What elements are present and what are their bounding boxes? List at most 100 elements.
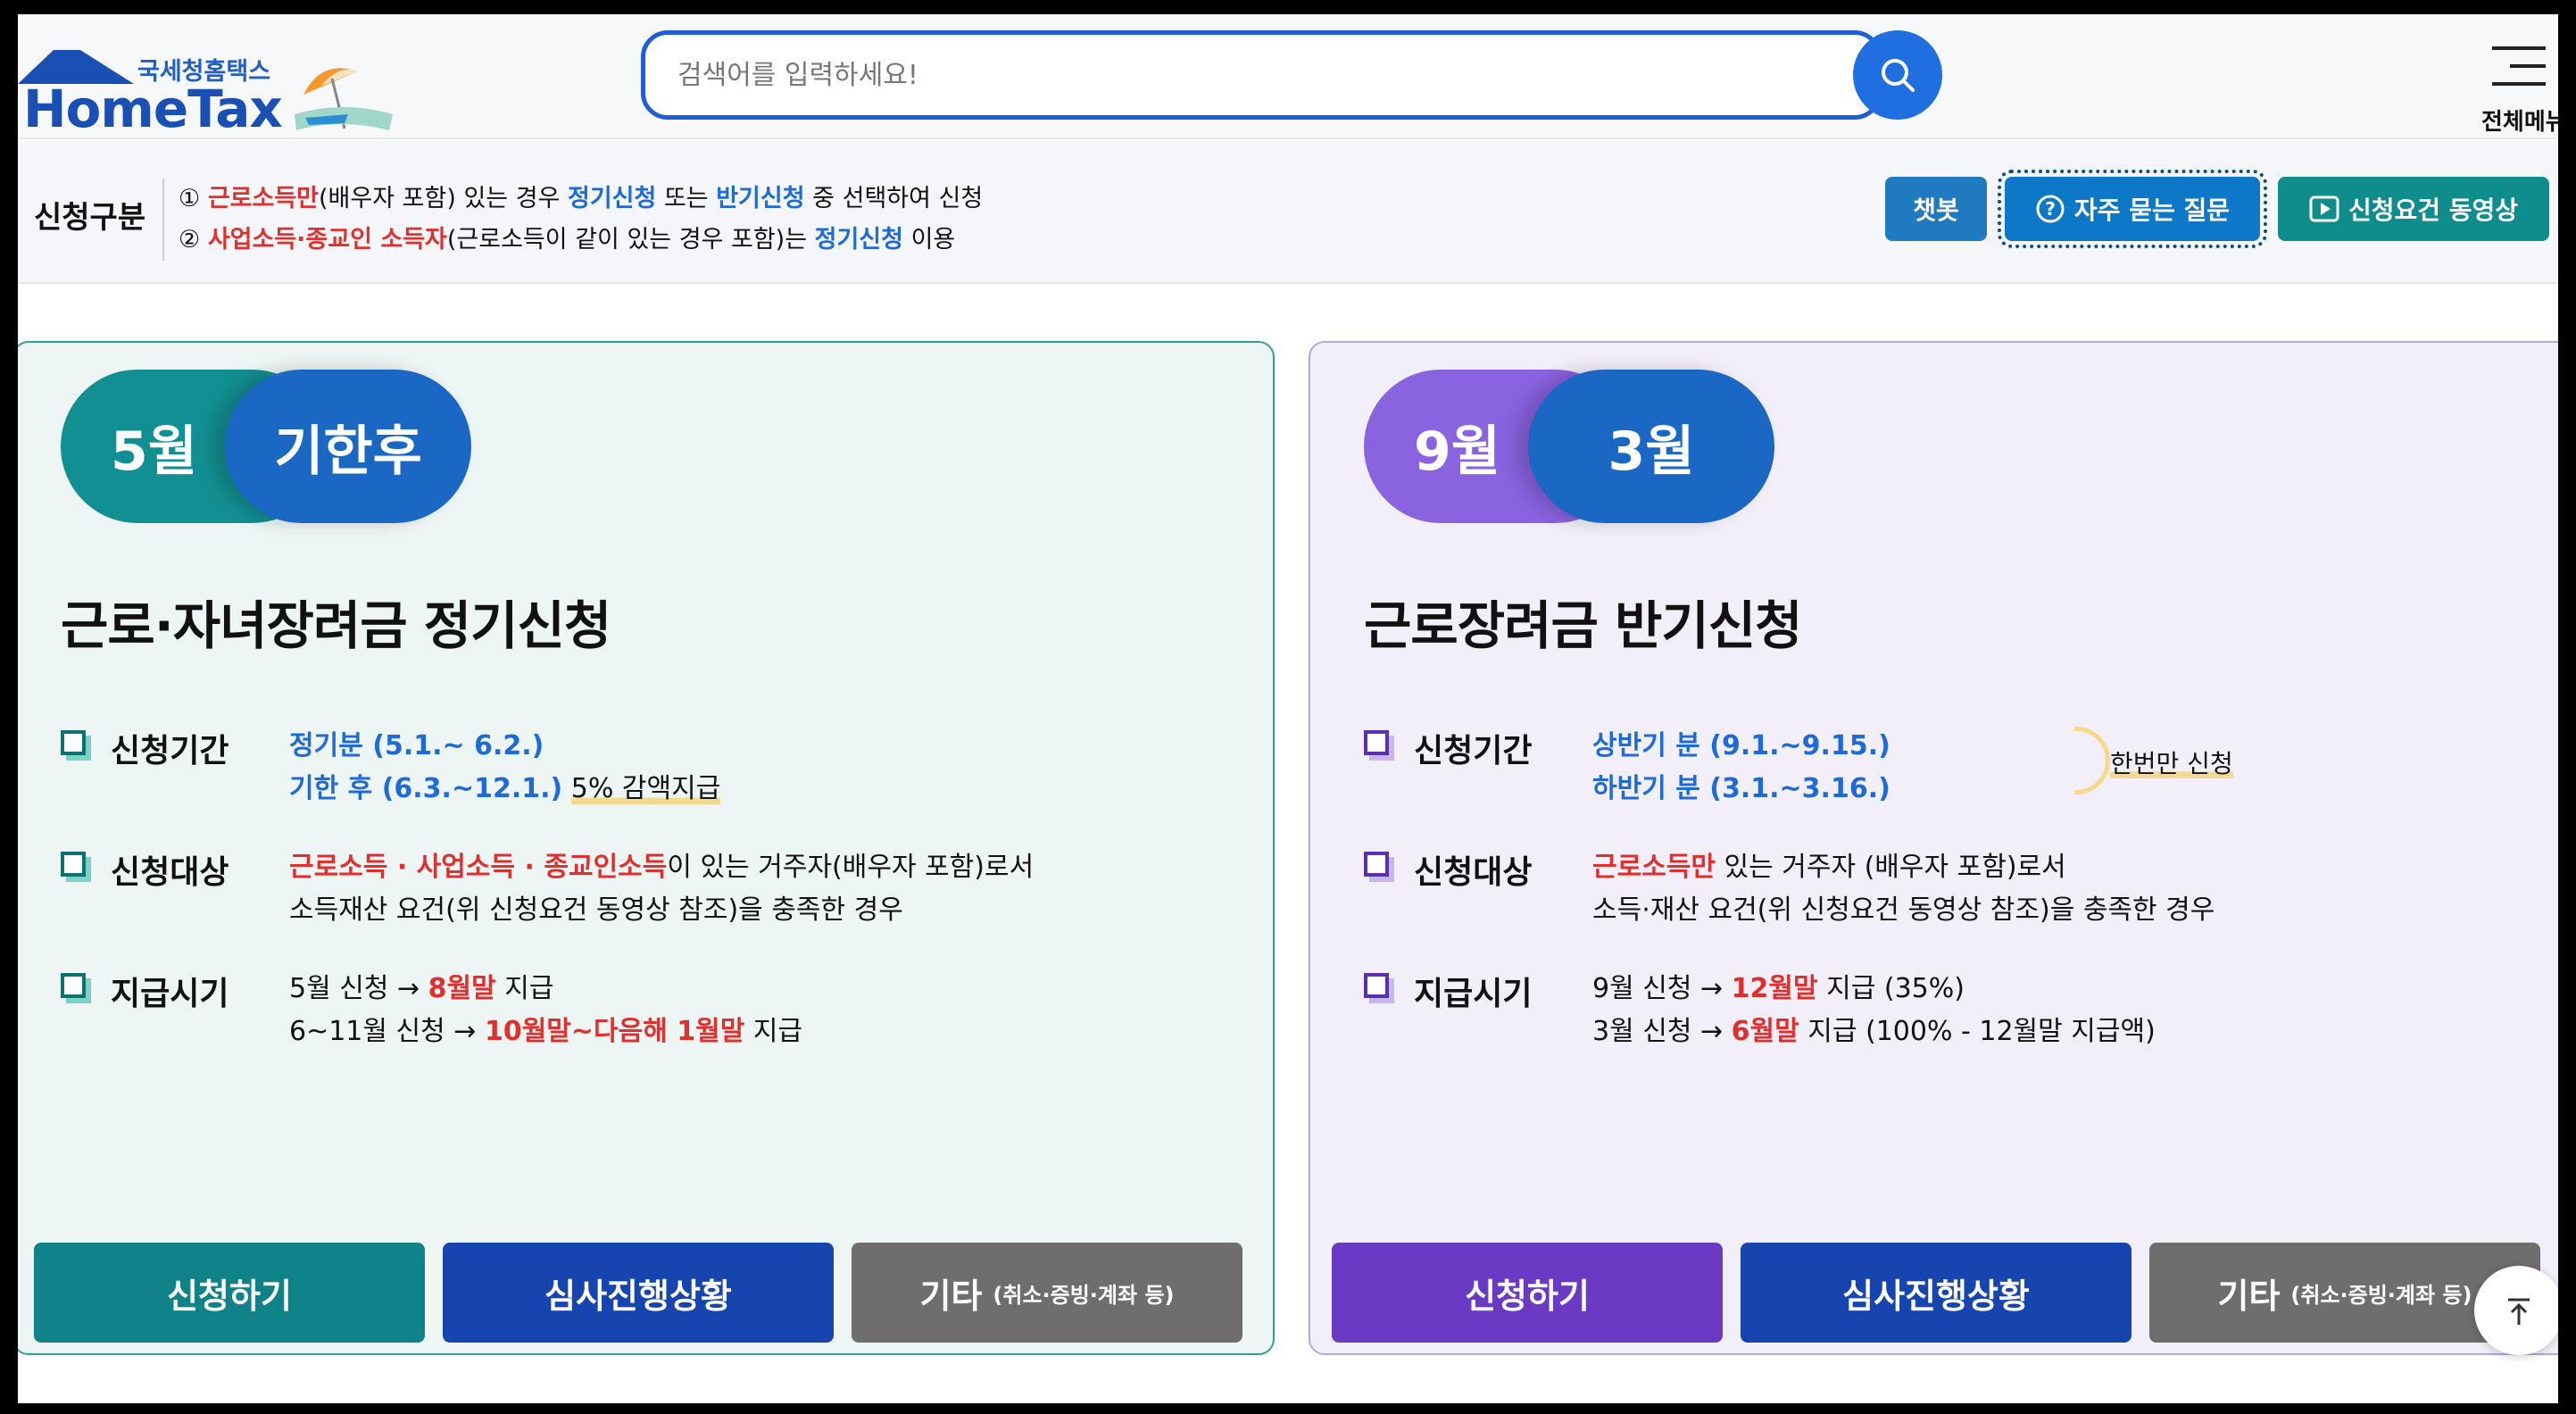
pill-march: 3월 — [1528, 370, 1774, 523]
all-menu-button[interactable]: 전체메뉴 — [2481, 30, 2558, 136]
pay-date: 6월말 — [1731, 1016, 1799, 1047]
chatbot-button[interactable]: 챗봇 — [1885, 177, 1987, 241]
half-year-application-card: 9월 3월 근로장려금 반기신청 신청기간 상반기 분 (9.1.~9.15.)… — [1309, 341, 2558, 1355]
checkbox-icon — [61, 973, 91, 1003]
text: 지급 (35%) — [1817, 973, 1965, 1004]
text: 9월 신청 → — [1592, 973, 1732, 1004]
apply-button[interactable]: 신청하기 — [34, 1243, 425, 1343]
reduction-note: 5% 감액지급 — [570, 773, 721, 804]
checkbox-icon — [61, 852, 91, 882]
highlight-blue: 정기신청 — [814, 226, 903, 254]
pay-date: 8월말 — [428, 973, 496, 1004]
page: 국세청홈택스 HomeTax 전체메뉴 신청구분 — [18, 14, 2558, 1403]
text: 또는 — [656, 185, 717, 212]
scroll-top-button[interactable] — [2474, 1266, 2558, 1355]
faq-button[interactable]: ? 자주 묻는 질문 — [1998, 170, 2267, 248]
target-values: 근로소득 · 사업소득 · 종교인소득이 있는 거주자(배우자 포함)로서 소득… — [289, 846, 1034, 932]
target-condition: 소득·재산 요건(위 신청요건 동영상 참조)을 충족한 경우 — [1592, 894, 2215, 926]
period-second-half: 하반기 분 (3.1.~3.16.) — [1592, 773, 1890, 804]
text: 중 선택하여 신청 — [804, 185, 984, 212]
notice-line-2: ② 사업소득·종교인 소득자(근로소득이 같이 있는 경우 포함)는 정기신청 … — [179, 220, 955, 254]
application-type-label: 신청구분 — [34, 200, 146, 236]
target-values: 근로소득만 있는 거주자 (배우자 포함)로서 소득·재산 요건(위 신청요건 … — [1592, 846, 2215, 932]
line-number: ② — [179, 226, 201, 254]
target-head: 신청대상 — [111, 854, 229, 891]
target-text: 이 있는 거주자(배우자 포함)로서 — [667, 852, 1035, 883]
line-number: ① — [179, 185, 201, 212]
play-icon — [2309, 195, 2339, 222]
highlight-blue: 정기신청 — [567, 185, 657, 212]
highlight-red: 사업소득·종교인 소득자 — [207, 226, 447, 254]
text: 이용 — [903, 226, 956, 254]
text: 3월 신청 → — [1592, 1016, 1732, 1047]
etc-sublabel: (취소·증빙·계좌 등) — [2290, 1282, 2472, 1308]
beach-umbrella-icon — [295, 68, 393, 130]
text: (근로소득이 같이 있는 경우 포함)는 — [446, 226, 815, 254]
highlight-blue: 반기신청 — [716, 185, 805, 212]
target-text: 있는 거주자 (배우자 포함)로서 — [1716, 852, 2066, 883]
target-head: 신청대상 — [1414, 854, 1533, 891]
payment-values: 9월 신청 → 12월말 지급 (35%) 3월 신청 → 6월말 지급 (10… — [1592, 968, 2156, 1053]
all-menu-label: 전체메뉴 — [2481, 109, 2558, 136]
period-regular: 정기분 (5.1.~ 6.2.) — [289, 730, 544, 761]
income-types: 근로소득만 — [1592, 852, 1716, 883]
text: 지급 — [495, 973, 554, 1004]
faq-label: 자주 묻는 질문 — [2073, 195, 2231, 225]
apply-button[interactable]: 신청하기 — [1332, 1243, 1723, 1343]
checkbox-icon — [1364, 852, 1394, 882]
payment-values: 5월 신청 → 8월말 지급 6~11월 신청 → 10월말~다음해 1월말 지… — [289, 968, 802, 1053]
svg-text:?: ? — [2045, 198, 2056, 220]
search-box — [641, 30, 1882, 120]
divider — [162, 179, 164, 261]
logo-title: HomeTax — [23, 79, 283, 139]
bracket-decoration — [2074, 727, 2110, 794]
once-only-text: 한번만 신청 — [2110, 749, 2233, 778]
period-head: 신청기간 — [1414, 733, 1533, 769]
review-status-button[interactable]: 심사진행상황 — [443, 1243, 834, 1343]
hamburger-icon — [2492, 46, 2546, 100]
income-types: 근로소득 · 사업소득 · 종교인소득 — [289, 852, 668, 883]
period-values: 상반기 분 (9.1.~9.15.) 하반기 분 (3.1.~3.16.) 한번… — [1592, 725, 2233, 811]
pay-date: 12월말 — [1731, 973, 1818, 1004]
application-type-bar: 신청구분 ① 근로소득만(배우자 포함) 있는 경우 정기신청 또는 반기신청 … — [18, 141, 2558, 284]
once-only-note: 한번만 신청 — [2074, 727, 2233, 794]
notice-line-1: ① 근로소득만(배우자 포함) 있는 경우 정기신청 또는 반기신청 중 선택하… — [179, 179, 983, 213]
text: 6~11월 신청 → — [289, 1016, 485, 1047]
period-values: 정기분 (5.1.~ 6.2.) 기한 후 (6.3.~12.1.) 5% 감액… — [289, 725, 721, 811]
arrow-up-icon — [2508, 1298, 2530, 1325]
text: 지급 (100% - 12월말 지급액) — [1799, 1016, 2156, 1047]
pay-date: 10월말~다음해 1월말 — [484, 1016, 745, 1047]
etc-label: 기타 — [919, 1276, 983, 1316]
video-label: 신청요건 동영상 — [2347, 195, 2519, 225]
etc-sublabel: (취소·증빙·계좌 등) — [993, 1282, 1175, 1308]
header: 국세청홈택스 HomeTax 전체메뉴 — [18, 14, 2558, 139]
etc-label: 기타 — [2217, 1276, 2281, 1316]
hometax-logo[interactable]: 국세청홈택스 HomeTax — [18, 32, 411, 139]
period-late: 기한 후 (6.3.~12.1.) — [289, 773, 563, 804]
period-head: 신청기간 — [111, 733, 229, 769]
text: 지급 — [744, 1016, 803, 1047]
payment-head: 지급시기 — [1414, 976, 1533, 1012]
regular-application-card: 5월 기한후 근로·자녀장려금 정기신청 신청기간 정기분 (5.1.~ 6.2… — [18, 341, 1275, 1355]
card-title: 근로장려금 반기신청 — [1364, 595, 1802, 656]
pill-late: 기한후 — [225, 370, 471, 523]
payment-head: 지급시기 — [111, 976, 229, 1012]
etc-button[interactable]: 기타 (취소·증빙·계좌 등) — [852, 1243, 1242, 1343]
period-pill: 9월 3월 — [1364, 370, 1774, 523]
text: (배우자 포함) 있는 경우 — [319, 185, 568, 212]
highlight-red: 근로소득만 — [207, 185, 320, 212]
search-icon — [1882, 59, 1915, 92]
card-title: 근로·자녀장려금 정기신청 — [61, 595, 611, 656]
search-button[interactable] — [1853, 30, 1942, 120]
checkbox-icon — [1364, 973, 1394, 1003]
text: 5월 신청 → — [289, 973, 428, 1004]
period-first-half: 상반기 분 (9.1.~9.15.) — [1592, 730, 1890, 761]
target-condition: 소득재산 요건(위 신청요건 동영상 참조)을 충족한 경우 — [289, 894, 903, 926]
requirements-video-button[interactable]: 신청요건 동영상 — [2278, 177, 2549, 241]
question-circle-icon: ? — [2036, 195, 2065, 223]
checkbox-icon — [1364, 730, 1394, 761]
checkbox-icon — [61, 730, 91, 761]
chatbot-label: 챗봇 — [1913, 195, 1959, 225]
review-status-button[interactable]: 심사진행상황 — [1741, 1243, 2131, 1343]
search-input[interactable] — [677, 51, 1749, 99]
